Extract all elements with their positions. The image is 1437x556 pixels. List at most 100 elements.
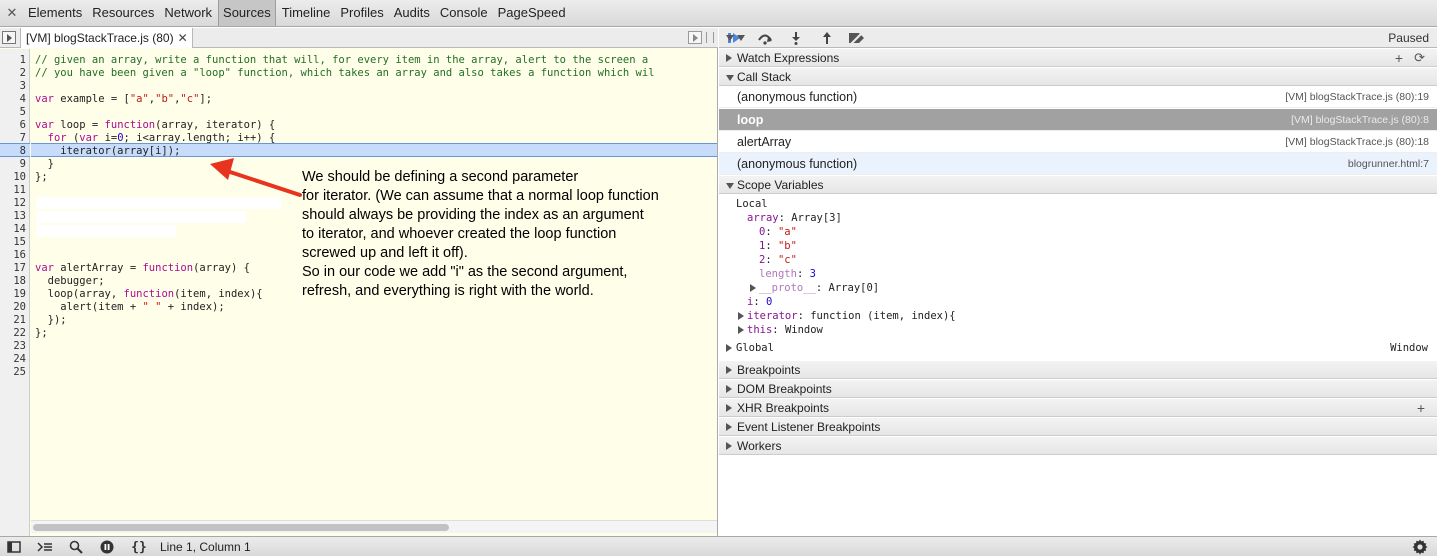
scope-prop-iterator[interactable]: iterator: function (item, index){ xyxy=(747,309,956,323)
collapsed-triangle-icon[interactable] xyxy=(738,326,744,334)
line-number[interactable]: 17 xyxy=(0,262,26,275)
section-label: Breakpoints xyxy=(737,363,801,377)
expanded-triangle-icon[interactable] xyxy=(737,35,745,41)
line-number[interactable]: 21 xyxy=(0,314,26,327)
line-number[interactable]: 19 xyxy=(0,288,26,301)
line-gutter[interactable]: 1 2 3 4 5 6 7 8 9 10 11 12 13 14 15 16 1… xyxy=(0,49,30,548)
call-stack-frame[interactable]: (anonymous function) [VM] blogStackTrace… xyxy=(719,86,1437,108)
line-number[interactable]: 6 xyxy=(0,119,26,132)
line-number[interactable]: 16 xyxy=(0,249,26,262)
line-number[interactable]: 22 xyxy=(0,327,26,340)
tab-timeline[interactable]: Timeline xyxy=(278,0,335,26)
tab-resources[interactable]: Resources xyxy=(88,0,158,26)
tab-sources[interactable]: Sources xyxy=(218,0,276,26)
code-line-8: iterator(array[i]); xyxy=(35,145,181,157)
gear-icon[interactable] xyxy=(1411,539,1429,555)
collapsed-triangle-icon[interactable] xyxy=(750,284,756,292)
line-number[interactable]: 24 xyxy=(0,353,26,366)
line-number[interactable]: 5 xyxy=(0,106,26,119)
close-devtools-icon[interactable]: ✕ xyxy=(0,5,24,21)
section-watch-expressions[interactable]: Watch Expressions + ⟳ xyxy=(719,48,1437,67)
tab-network[interactable]: Network xyxy=(160,0,216,26)
scope-global-value: Window xyxy=(1390,342,1428,354)
line-number[interactable]: 14 xyxy=(0,223,26,236)
tab-audits[interactable]: Audits xyxy=(390,0,434,26)
line-number[interactable]: 10 xyxy=(0,171,26,184)
section-scope-variables[interactable]: Scope Variables xyxy=(719,175,1437,194)
frame-location[interactable]: [VM] blogStackTrace.js (80):8 xyxy=(1291,109,1429,131)
section-xhr-breakpoints[interactable]: XHR Breakpoints + xyxy=(719,398,1437,417)
step-into-icon[interactable] xyxy=(785,30,807,46)
debugger-toolbar: Paused xyxy=(719,28,1437,48)
scope-prop-item[interactable]: 1: "b" xyxy=(759,239,797,253)
line-number[interactable]: 7 xyxy=(0,132,26,145)
call-stack-frame[interactable]: (anonymous function) blogrunner.html:7 xyxy=(719,153,1437,175)
section-event-listener-breakpoints[interactable]: Event Listener Breakpoints xyxy=(719,417,1437,436)
section-label: XHR Breakpoints xyxy=(737,401,830,415)
console-drawer-icon[interactable] xyxy=(36,539,54,555)
scope-prop-proto[interactable]: __proto__: Array[0] xyxy=(759,281,879,295)
scrollbar-thumb[interactable] xyxy=(33,524,449,531)
step-over-icon[interactable] xyxy=(754,30,776,46)
step-out-icon[interactable] xyxy=(816,30,838,46)
file-tab-label: [VM] blogStackTrace.js (80) xyxy=(26,31,174,45)
line-number[interactable]: 15 xyxy=(0,236,26,249)
scope-prop-i[interactable]: i: 0 xyxy=(747,295,772,309)
line-number[interactable]: 12 xyxy=(0,197,26,210)
tab-profiles[interactable]: Profiles xyxy=(336,0,387,26)
close-file-icon[interactable]: ✕ xyxy=(178,28,188,48)
line-number[interactable]: 8 xyxy=(0,145,26,158)
refresh-icon[interactable]: ⟳ xyxy=(1414,49,1425,67)
pause-on-exceptions-icon[interactable] xyxy=(98,539,116,555)
frame-location[interactable]: [VM] blogStackTrace.js (80):19 xyxy=(1285,86,1429,108)
collapsed-triangle-icon[interactable] xyxy=(726,344,732,352)
tab-pagespeed[interactable]: PageSpeed xyxy=(494,0,570,26)
status-bar: {} Line 1, Column 1 xyxy=(0,536,1437,556)
scope-prop-array[interactable]: array: Array[3] xyxy=(747,211,842,225)
code-line-10: }; xyxy=(35,171,48,183)
section-call-stack[interactable]: Call Stack xyxy=(719,67,1437,86)
tab-console[interactable]: Console xyxy=(436,0,492,26)
line-number[interactable]: 11 xyxy=(0,184,26,197)
scope-prop-item[interactable]: 2: "c" xyxy=(759,253,797,267)
search-icon[interactable] xyxy=(67,539,85,555)
file-tab[interactable]: [VM] blogStackTrace.js (80) ✕ xyxy=(20,28,193,48)
section-dom-breakpoints[interactable]: DOM Breakpoints xyxy=(719,379,1437,398)
add-watch-icon[interactable]: + xyxy=(1395,49,1403,67)
collapsed-triangle-icon[interactable] xyxy=(738,312,744,320)
show-debugger-icon[interactable] xyxy=(688,31,702,44)
tab-elements[interactable]: Elements xyxy=(24,0,86,26)
scope-prop-length[interactable]: length: 3 xyxy=(759,267,816,281)
line-number[interactable]: 13 xyxy=(0,210,26,223)
line-number[interactable]: 2 xyxy=(0,67,26,80)
dock-icon[interactable] xyxy=(5,539,23,555)
line-number[interactable]: 3 xyxy=(0,80,26,93)
scope-prop-this[interactable]: this: Window xyxy=(747,323,823,337)
line-number[interactable]: 9 xyxy=(0,158,26,171)
scope-local[interactable]: Local xyxy=(736,197,768,211)
horizontal-scrollbar[interactable] xyxy=(31,520,717,533)
line-number[interactable]: 20 xyxy=(0,301,26,314)
add-xhr-breakpoint-icon[interactable]: + xyxy=(1417,399,1425,417)
scope-prop-item[interactable]: 0: "a" xyxy=(759,225,797,239)
call-stack-frame[interactable]: alertArray [VM] blogStackTrace.js (80):1… xyxy=(719,131,1437,153)
pretty-print-icon[interactable]: {} xyxy=(130,539,148,555)
call-stack-frame-selected[interactable]: loop [VM] blogStackTrace.js (80):8 xyxy=(719,109,1437,131)
section-breakpoints[interactable]: Breakpoints xyxy=(719,360,1437,379)
collapsed-triangle-icon xyxy=(726,404,732,412)
frame-location[interactable]: blogrunner.html:7 xyxy=(1348,153,1429,175)
show-navigator-icon[interactable] xyxy=(2,31,16,44)
line-number[interactable]: 4 xyxy=(0,93,26,106)
code-line-9: } xyxy=(35,158,54,170)
collapsed-triangle-icon xyxy=(726,423,732,431)
section-workers[interactable]: Workers xyxy=(719,436,1437,455)
line-number[interactable]: 1 xyxy=(0,54,26,67)
line-number[interactable]: 23 xyxy=(0,340,26,353)
frame-location[interactable]: [VM] blogStackTrace.js (80):18 xyxy=(1285,131,1429,153)
line-number[interactable]: 25 xyxy=(0,366,26,379)
line-number[interactable]: 18 xyxy=(0,275,26,288)
pane-grip-icon[interactable] xyxy=(706,32,714,43)
deactivate-breakpoints-icon[interactable] xyxy=(846,30,868,46)
scope-global[interactable]: Global xyxy=(736,341,774,355)
expanded-triangle-icon[interactable] xyxy=(726,35,734,41)
